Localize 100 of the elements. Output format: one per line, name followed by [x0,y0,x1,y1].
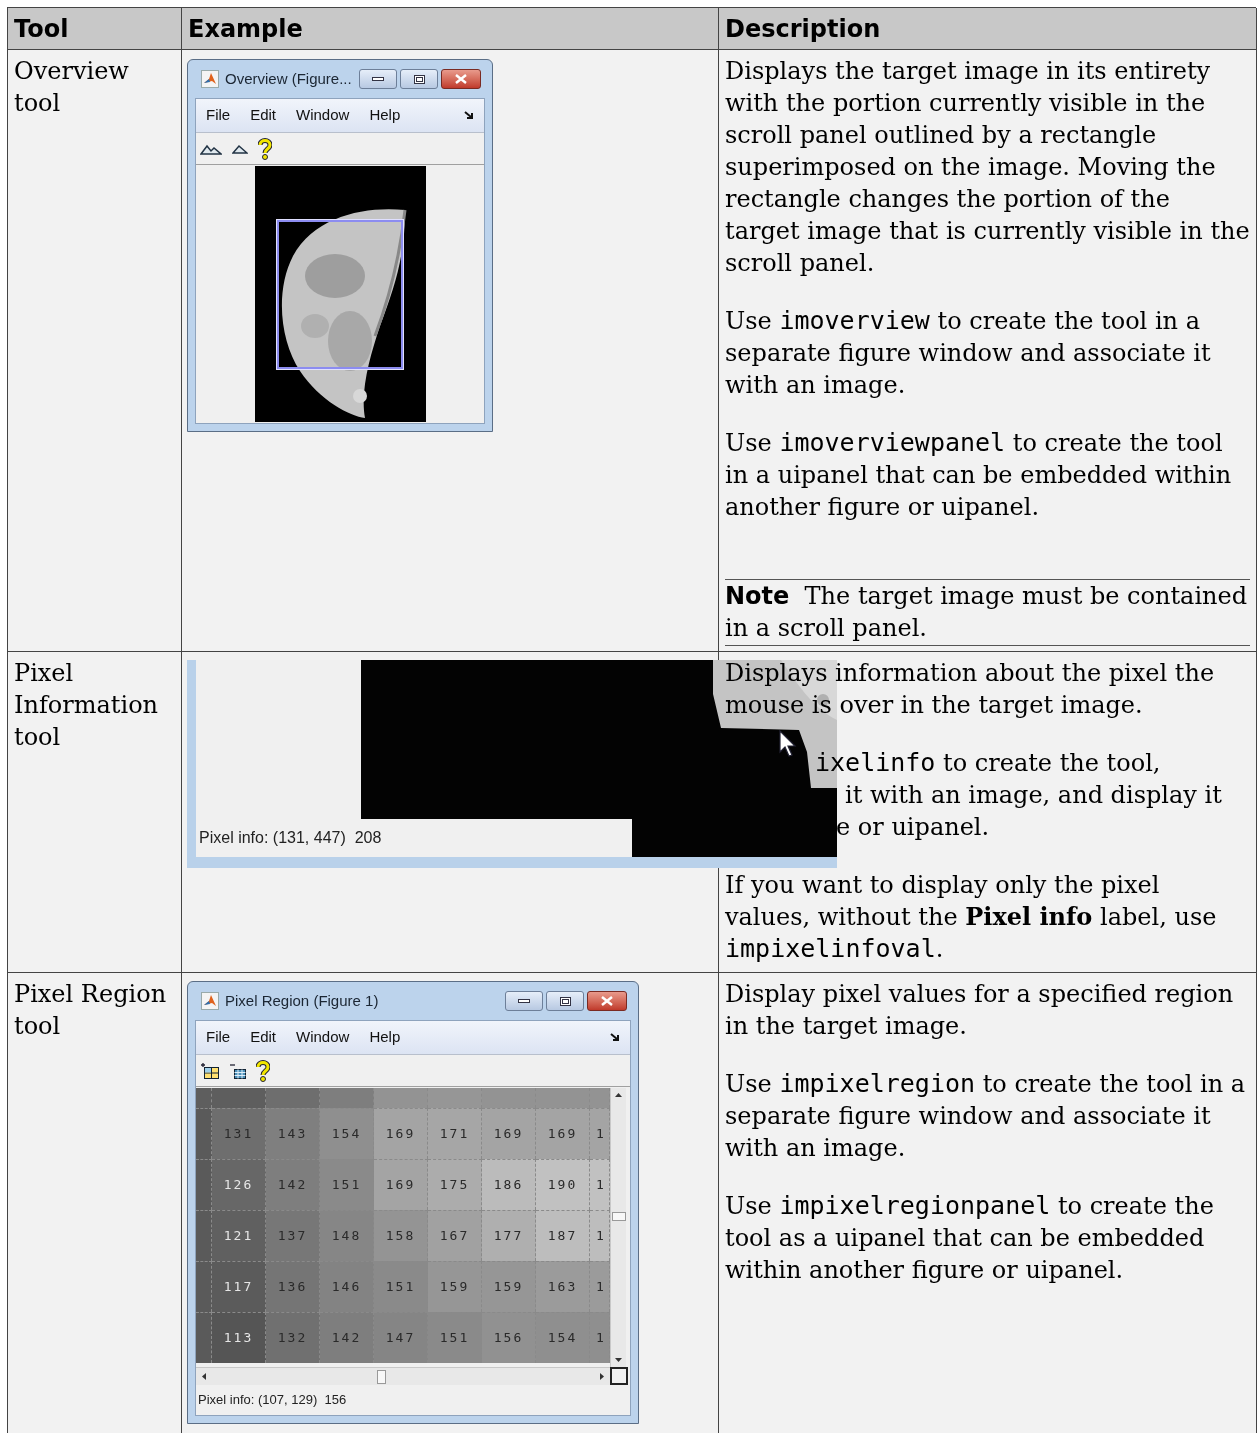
pixel-value-cell: 148 [320,1210,374,1261]
pixel-value-cell: 117 [212,1261,266,1312]
pixel-value-cell: 1 [590,1261,610,1312]
menu-item[interactable]: Window [296,104,350,127]
pixel-value-cell: 113 [212,1312,266,1363]
app-logo-icon [201,992,219,1010]
help-icon[interactable] [256,1059,270,1082]
close-button[interactable] [441,69,481,89]
pixel-value-cell: 147 [374,1312,428,1363]
close-icon [601,996,613,1006]
pixel-cell [196,1088,212,1108]
pixel-value-cell: 190 [536,1159,590,1210]
pixel-value-cell: 159 [482,1261,536,1312]
pixel-cell [266,1088,320,1108]
mountain-icon[interactable] [232,143,248,154]
pixel-value-cell: 154 [536,1312,590,1363]
maximize-button[interactable] [400,69,438,89]
pixel-value-cell: 177 [482,1210,536,1261]
description-text: e or uipanel. [836,812,990,843]
pixel-value-cell: 169 [536,1108,590,1159]
description-text: it with an image, and display it [845,780,1222,811]
vertical-scrollbar[interactable] [610,1088,626,1367]
pixel-cell [590,1088,610,1108]
pixel-cell [320,1088,374,1108]
minimize-button[interactable] [505,991,543,1011]
pixel-value-cell: 131 [212,1108,266,1159]
scroll-right-icon[interactable] [597,1372,607,1381]
pixel-value-cell: 169 [374,1159,428,1210]
pixel-value-cell: 1 [590,1159,610,1210]
pixel-value-cell: 169 [374,1108,428,1159]
dock-arrow-icon[interactable] [610,1033,620,1042]
status-text: Pixel info: (107, 129) 156 [198,1391,347,1410]
help-icon[interactable] [258,137,272,160]
close-button[interactable] [587,991,627,1011]
description-text: Displays the target image in its entirety with the portion currently visible in the scroll panel outlined by a rectangle superimposed on the image. Moving the rectangle changes the portion of the target image that is currently visible in the scroll panel. [725,56,1250,279]
status-text: Pixel info: (131, 447) 208 [199,828,382,848]
menu-item[interactable]: Help [369,1026,401,1049]
pixel-value-cell: 159 [428,1261,482,1312]
pixel-value-cell: 146 [320,1261,374,1312]
description-text: ixelinfo to create the tool, [815,747,1161,779]
pixel-value-cell: 187 [536,1210,590,1261]
pixel-value-cell: 163 [536,1261,590,1312]
window-title: Pixel Region (Figure 1) [225,990,379,1011]
maximize-icon [413,74,425,84]
pixel-value-cell: 151 [374,1261,428,1312]
pixel-value-cell: 151 [320,1159,374,1210]
menu-item[interactable]: Window [296,1026,350,1049]
scroll-thumb[interactable] [611,1212,626,1221]
minimize-icon [372,77,384,81]
scroll-thumb[interactable] [377,1369,386,1384]
description-text: Use impixelregionpanel to create the tool as a uipanel that can be embedded within another figure or uipanel. [725,1190,1215,1286]
mountain-icon[interactable] [200,142,222,155]
zoom-out-grid-icon[interactable] [228,1061,248,1080]
pixel-value-cell: 1 [590,1312,610,1363]
pixel-value-cell: 121 [212,1210,266,1261]
pixel-cell [196,1210,212,1261]
resize-corner[interactable] [610,1367,628,1385]
pixel-value-cell: 132 [266,1312,320,1363]
column-header: Example [188,13,303,45]
tool-name: Pixel Information tool [14,658,160,753]
note-text: Note The target image must be contained in a scroll panel. [725,579,1250,646]
column-header: Description [725,13,881,45]
column-header: Tool [14,13,69,45]
scroll-left-icon[interactable] [199,1372,209,1381]
pixel-value-cell: 143 [266,1108,320,1159]
pixel-value-cell: 137 [266,1210,320,1261]
pixel-value-cell: 151 [428,1312,482,1363]
pixel-cell [196,1261,212,1312]
pixel-cell [536,1088,590,1108]
menu-item[interactable]: Edit [250,104,277,127]
description-text: Displays information about the pixel the mouse is over in the target image. [725,658,1216,721]
maximize-icon [559,996,571,1006]
pixel-value-cell: 169 [482,1108,536,1159]
description-text: If you want to display only the pixel values, without the Pixel info label, use impixelinfoval. [725,870,1218,965]
pixel-cell [196,1312,212,1363]
pixel-value-cell: 186 [482,1159,536,1210]
minimize-button[interactable] [359,69,397,89]
dock-arrow-icon[interactable] [464,111,474,120]
menu-item[interactable]: File [206,1026,231,1049]
pixel-value-cell: 136 [266,1261,320,1312]
pixel-cell [196,1159,212,1210]
menu-item[interactable]: File [206,104,231,127]
viewport-rectangle[interactable] [276,220,403,369]
pixel-cell [196,1108,212,1159]
minimize-icon [518,999,530,1003]
tool-name: Overview tool [14,56,130,119]
pixel-value-cell: 142 [320,1312,374,1363]
tool-name: Pixel Region tool [14,979,168,1042]
window-title: Overview (Figure... [225,68,352,89]
menu-item[interactable]: Edit [250,1026,277,1049]
pixel-cell [212,1088,266,1108]
app-logo-icon [201,70,219,88]
maximize-button[interactable] [546,991,584,1011]
close-icon [455,74,467,84]
mouse-pointer-icon [779,730,799,758]
zoom-in-grid-icon[interactable] [200,1061,220,1080]
pixel-value-cell: 1 [590,1210,610,1261]
pixel-value-cell: 171 [428,1108,482,1159]
menu-item[interactable]: Help [369,104,401,127]
horizontal-scrollbar[interactable] [196,1367,610,1385]
